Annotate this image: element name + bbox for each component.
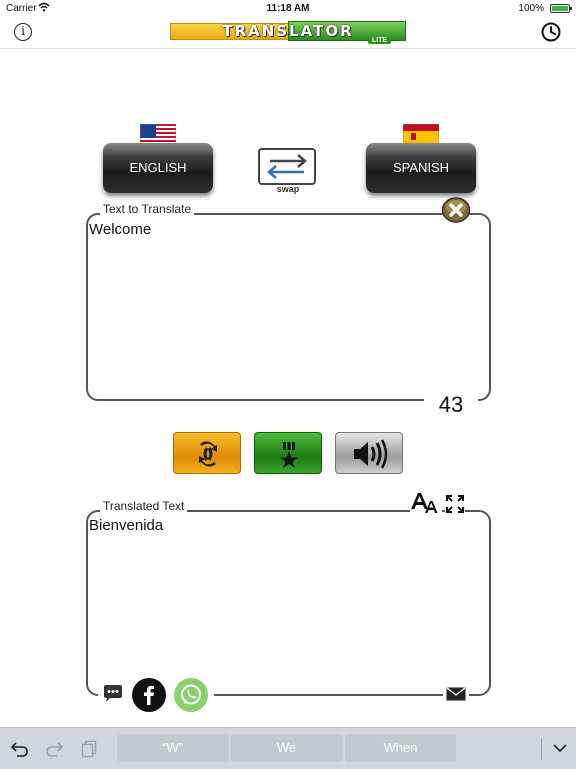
undo-icon[interactable] bbox=[10, 740, 30, 758]
input-label: Text to Translate bbox=[100, 202, 195, 216]
keyboard-divider bbox=[541, 738, 542, 760]
translate-icon bbox=[199, 441, 217, 467]
char-count: 43 bbox=[424, 392, 478, 418]
speak-button[interactable] bbox=[335, 432, 403, 474]
status-time: 11:18 AM bbox=[266, 3, 310, 14]
swap-label: swap bbox=[276, 184, 300, 194]
favorite-button[interactable] bbox=[254, 432, 322, 474]
input-text[interactable]: Welcome bbox=[89, 221, 151, 238]
info-icon[interactable]: i bbox=[14, 23, 32, 41]
chevron-down-icon[interactable] bbox=[552, 742, 568, 754]
speaker-icon bbox=[354, 439, 388, 469]
facebook-icon[interactable] bbox=[132, 678, 166, 712]
source-language-button[interactable]: ENGLISH bbox=[103, 143, 213, 193]
logo-badge: LITE bbox=[368, 37, 392, 44]
expand-icon[interactable] bbox=[445, 494, 465, 514]
battery-icon bbox=[550, 4, 572, 13]
suggestion-2[interactable]: We bbox=[231, 734, 342, 762]
suggestion-3[interactable]: When bbox=[345, 734, 456, 762]
mail-icon[interactable] bbox=[446, 687, 466, 701]
paste-icon[interactable] bbox=[80, 740, 98, 758]
translate-button[interactable] bbox=[173, 432, 241, 474]
output-label: Translated Text bbox=[100, 499, 188, 513]
sms-icon[interactable] bbox=[102, 684, 124, 704]
suggestion-1[interactable]: “W” bbox=[117, 734, 228, 762]
swap-arrows-icon bbox=[267, 154, 307, 179]
whatsapp-icon[interactable] bbox=[174, 678, 208, 712]
clear-icon[interactable] bbox=[441, 196, 471, 224]
redo-icon[interactable] bbox=[44, 740, 64, 758]
app-logo: TRANSLATOR LITE bbox=[170, 21, 406, 45]
output-text: Bienvenida bbox=[89, 517, 164, 534]
battery-percent: 100% bbox=[518, 3, 544, 14]
input-text-area[interactable] bbox=[86, 213, 491, 401]
keyboard-shortcut-bar: “W” We When bbox=[0, 727, 576, 769]
font-size-icon[interactable] bbox=[410, 491, 442, 515]
history-icon[interactable] bbox=[540, 21, 562, 43]
swap-button[interactable]: swap bbox=[258, 148, 318, 196]
favorite-icon bbox=[280, 442, 298, 468]
output-text-area[interactable] bbox=[86, 510, 491, 696]
status-bar: Carrier 11:18 AM 100% bbox=[0, 0, 576, 18]
target-language-button[interactable]: SPANISH bbox=[366, 143, 476, 193]
nav-bar: i TRANSLATOR LITE bbox=[0, 18, 576, 49]
